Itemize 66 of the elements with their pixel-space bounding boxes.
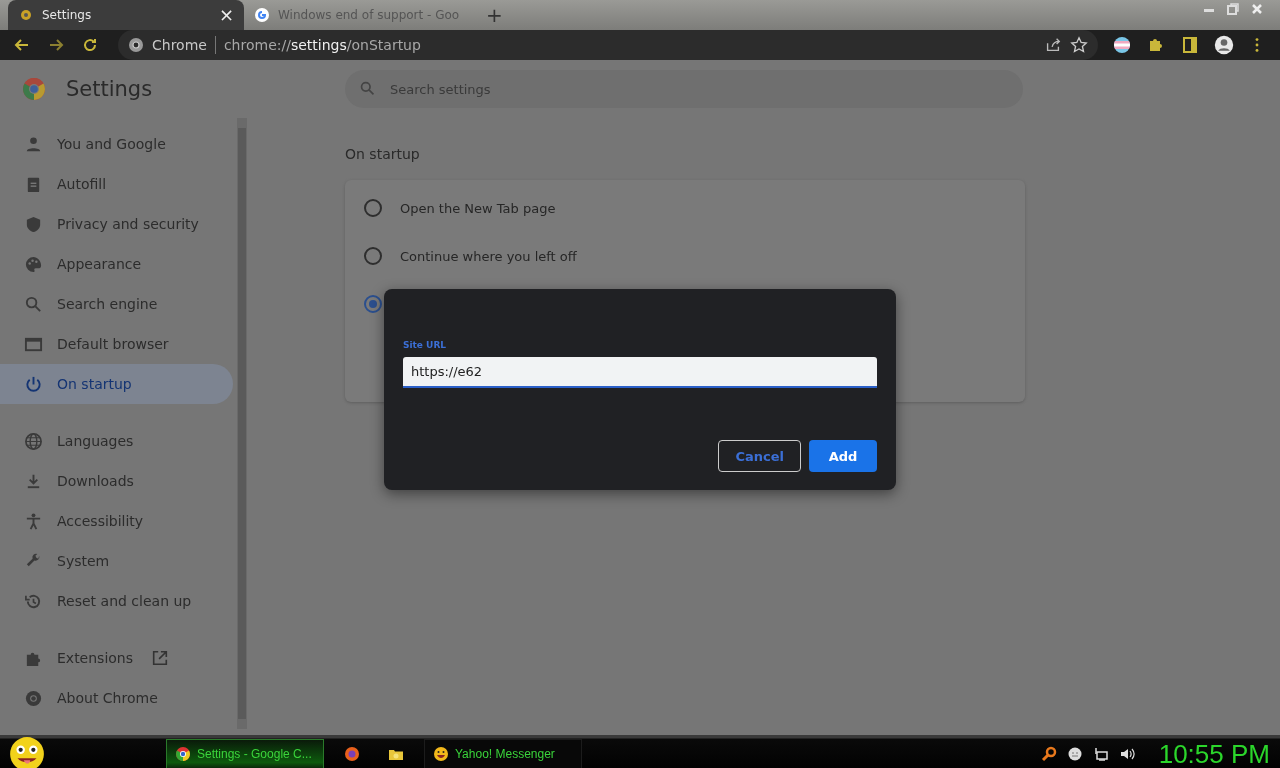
address-bar[interactable]: Chrome chrome://settings/onStartup: [118, 30, 1098, 60]
option-label: Open the New Tab page: [400, 200, 556, 216]
cancel-button[interactable]: Cancel: [718, 440, 801, 472]
smiley-start-icon[interactable]: [8, 735, 46, 768]
sidebar-item[interactable]: Languages: [0, 421, 233, 461]
sidebar-item[interactable]: Reset and clean up: [0, 581, 233, 621]
close-icon[interactable]: [1250, 2, 1264, 16]
sidebar-item[interactable]: Appearance: [0, 244, 233, 284]
sidebar-item[interactable]: You and Google: [0, 124, 233, 164]
site-label: Chrome: [152, 37, 207, 53]
url-text: chrome://settings/onStartup: [223, 37, 421, 53]
browser-tab[interactable]: Windows end of support - Goo: [244, 0, 480, 30]
new-tab-button[interactable]: +: [486, 5, 503, 25]
chrome-logo-icon: [22, 77, 46, 101]
sidebar-item[interactable]: System: [0, 541, 233, 581]
sidebar-item[interactable]: On startup: [0, 364, 233, 404]
sidebar-item[interactable]: Default browser: [0, 324, 233, 364]
browser-tab[interactable]: Settings ×: [8, 0, 244, 30]
search-icon: [359, 80, 376, 97]
side-panel-icon[interactable]: [1180, 35, 1200, 55]
sidebar-item[interactable]: Autofill: [0, 164, 233, 204]
radio-button[interactable]: [364, 295, 382, 313]
speaker-icon[interactable]: [1118, 746, 1135, 762]
section-heading: On startup: [345, 146, 421, 162]
sidebar-item[interactable]: Privacy and security: [0, 204, 233, 244]
magnifier-icon[interactable]: [1040, 746, 1057, 762]
accessibility-icon: [24, 511, 43, 531]
flag-icon[interactable]: [1112, 35, 1132, 55]
globe-icon: [24, 431, 43, 451]
tab-title: Settings: [42, 8, 93, 22]
scrollbar[interactable]: [237, 118, 247, 729]
external-link-icon: [151, 649, 170, 667]
palette-icon: [24, 254, 43, 274]
google-logo-icon: [254, 7, 270, 23]
taskbar-button[interactable]: Yahoo! Messenger: [424, 739, 582, 768]
chrome-icon: [24, 688, 43, 708]
taskbar-button[interactable]: Settings - Google C...: [166, 739, 324, 768]
sidebar-item[interactable]: About Chrome: [0, 678, 233, 718]
chrome-logo-icon: [128, 37, 144, 53]
close-tab-button[interactable]: ×: [218, 6, 234, 24]
add-button[interactable]: Add: [809, 440, 877, 472]
radio-button[interactable]: [364, 247, 382, 265]
field-label: Site URL: [403, 340, 448, 350]
search-icon: [24, 294, 43, 314]
sidebar-item[interactable]: Extensions: [0, 638, 233, 678]
chrome-logo-icon: [175, 746, 191, 762]
sidebar-item[interactable]: Search engine: [0, 284, 233, 324]
clock: 10:55 PM: [1158, 738, 1270, 768]
shield-icon: [24, 214, 43, 234]
power-icon: [24, 374, 43, 394]
share-icon[interactable]: [1044, 36, 1062, 54]
tab-title: Windows end of support - Goo: [278, 8, 461, 22]
option-label: Continue where you left off: [400, 248, 577, 264]
smiley-icon: [433, 746, 449, 762]
avatar-icon[interactable]: [1214, 35, 1234, 55]
person-icon: [24, 134, 43, 154]
radio-button[interactable]: [364, 199, 382, 217]
sidebar-item[interactable]: Accessibility: [0, 501, 233, 541]
input-field[interactable]: https://e62: [403, 357, 877, 388]
sidebar-item[interactable]: Downloads: [0, 461, 233, 501]
star-icon[interactable]: [1070, 36, 1088, 54]
firefox-logo-icon: [344, 746, 360, 762]
page-title: Settings: [66, 77, 153, 101]
smiley-icon[interactable]: [1066, 746, 1083, 762]
network-icon[interactable]: [1092, 746, 1109, 762]
gear-icon: [18, 7, 34, 23]
